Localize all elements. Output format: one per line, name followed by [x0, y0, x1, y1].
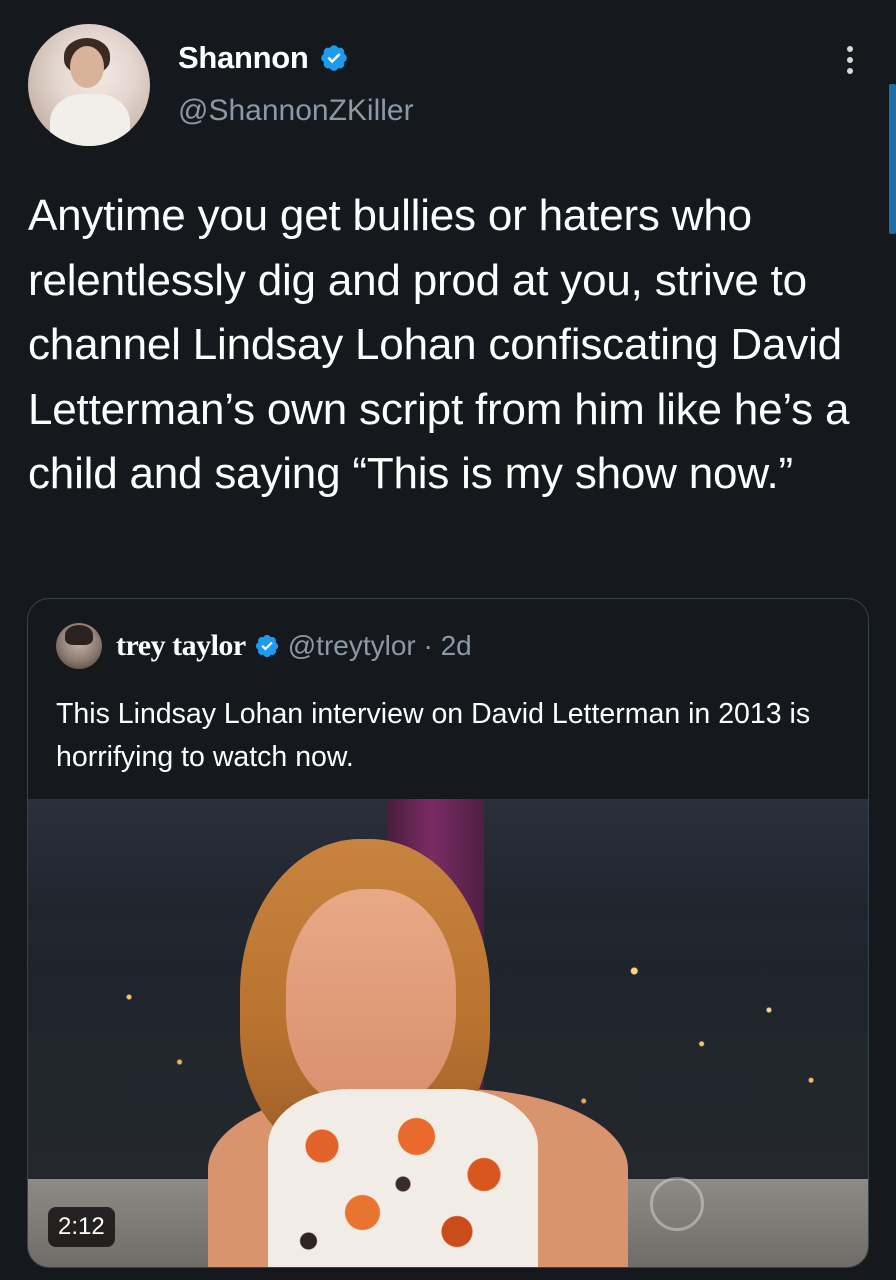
video-player[interactable]: 2:12 [28, 799, 868, 1267]
author-display-name[interactable]: Shannon [178, 40, 309, 76]
author-handle[interactable]: @ShannonZKiller [178, 94, 414, 128]
quoted-avatar[interactable] [56, 623, 102, 669]
more-options-button[interactable] [836, 40, 864, 80]
quoted-tweet-card[interactable]: trey taylor @treytylor · 2d This Lindsay… [27, 598, 869, 1268]
scrollbar-thumb[interactable] [889, 84, 896, 234]
video-duration-badge: 2:12 [48, 1207, 115, 1247]
network-logo-icon [650, 1177, 704, 1231]
avatar[interactable] [28, 24, 150, 146]
more-vertical-icon [847, 46, 853, 52]
quoted-display-name[interactable]: trey taylor [116, 629, 246, 663]
verified-badge-icon [255, 634, 278, 658]
quoted-handle-time[interactable]: @treytylor · 2d [288, 630, 472, 662]
verified-badge-icon [320, 45, 347, 71]
quoted-tweet-text: This Lindsay Lohan interview on David Le… [56, 698, 811, 773]
quoted-tweet-header: trey taylor @treytylor · 2d [56, 623, 472, 669]
tweet-text: Anytime you get bullies or haters who re… [28, 191, 850, 498]
author-row: Shannon [178, 38, 349, 78]
